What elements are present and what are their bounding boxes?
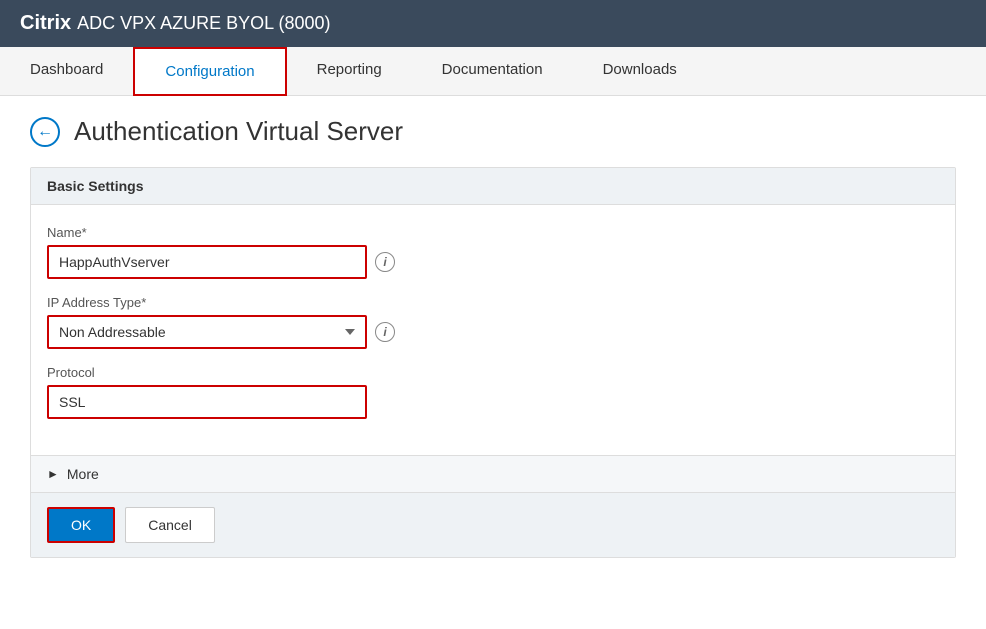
- more-section[interactable]: ► More: [31, 455, 955, 492]
- form-body: Name* i IP Address Type* Non Addressable…: [31, 205, 955, 455]
- form-footer: OK Cancel: [31, 492, 955, 557]
- more-label: More: [67, 466, 99, 482]
- section-header: Basic Settings: [31, 168, 955, 205]
- ip-address-type-select[interactable]: Non Addressable IPv4 IPv6: [47, 315, 367, 349]
- protocol-input[interactable]: [47, 385, 367, 419]
- ip-address-type-label: IP Address Type*: [47, 295, 939, 310]
- protocol-label: Protocol: [47, 365, 939, 380]
- brand-citrix: Citrix: [20, 12, 71, 35]
- ok-button[interactable]: OK: [47, 507, 115, 543]
- nav-item-configuration[interactable]: Configuration: [133, 47, 286, 96]
- name-input[interactable]: [47, 245, 367, 279]
- nav-bar: Dashboard Configuration Reporting Docume…: [0, 47, 986, 96]
- name-field-group: Name* i: [47, 225, 939, 279]
- section-title: Basic Settings: [47, 178, 143, 194]
- nav-item-documentation[interactable]: Documentation: [412, 47, 573, 95]
- name-input-wrapper: i: [47, 245, 939, 279]
- nav-item-downloads[interactable]: Downloads: [573, 47, 707, 95]
- main-content: ← Authentication Virtual Server Basic Se…: [0, 96, 986, 578]
- page-header: ← Authentication Virtual Server: [30, 116, 956, 147]
- page-title: Authentication Virtual Server: [74, 116, 403, 147]
- more-arrow-icon: ►: [47, 467, 59, 481]
- nav-item-dashboard[interactable]: Dashboard: [0, 47, 133, 95]
- brand-rest: ADC VPX AZURE BYOL (8000): [77, 13, 330, 34]
- ip-address-type-info-icon[interactable]: i: [375, 322, 395, 342]
- back-button[interactable]: ←: [30, 117, 60, 147]
- protocol-input-wrapper: [47, 385, 939, 419]
- form-container: Basic Settings Name* i IP Address Type* …: [30, 167, 956, 558]
- name-info-icon[interactable]: i: [375, 252, 395, 272]
- cancel-button[interactable]: Cancel: [125, 507, 215, 543]
- header: Citrix ADC VPX AZURE BYOL (8000): [0, 0, 986, 47]
- ip-address-type-input-wrapper: Non Addressable IPv4 IPv6 i: [47, 315, 939, 349]
- ip-address-type-field-group: IP Address Type* Non Addressable IPv4 IP…: [47, 295, 939, 349]
- name-label: Name*: [47, 225, 939, 240]
- protocol-field-group: Protocol: [47, 365, 939, 419]
- nav-item-reporting[interactable]: Reporting: [287, 47, 412, 95]
